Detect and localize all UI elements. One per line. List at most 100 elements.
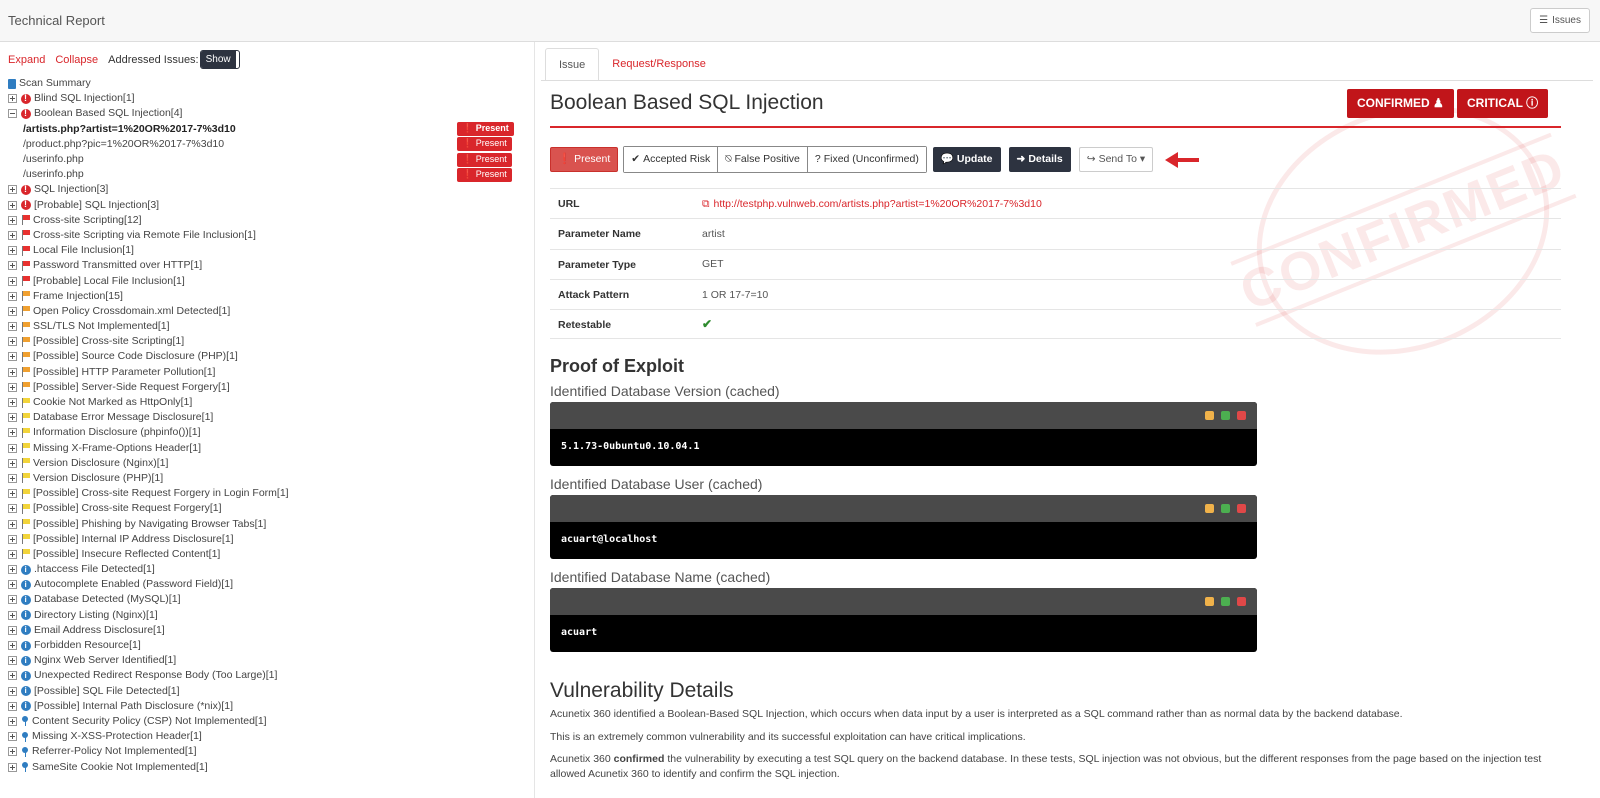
tree-item[interactable]: Referrer-Policy Not Implemented[1] xyxy=(8,744,528,759)
expand-icon[interactable] xyxy=(8,443,17,453)
fixed-unconfirmed-button[interactable]: ? Fixed (Unconfirmed) xyxy=(807,147,926,172)
expand-icon[interactable] xyxy=(8,230,17,240)
collapse-icon[interactable] xyxy=(8,109,17,119)
tree-item[interactable]: Frame Injection[15] xyxy=(8,289,528,304)
tree-item[interactable]: [Possible] Insecure Reflected Content[1] xyxy=(8,547,528,562)
expand-icon[interactable] xyxy=(8,747,17,757)
tree-item[interactable]: Version Disclosure (Nginx)[1] xyxy=(8,456,528,471)
expand-icon[interactable] xyxy=(8,291,17,301)
present-button[interactable]: ❗ Present xyxy=(550,147,619,172)
expand-icon[interactable] xyxy=(8,276,17,286)
tree-item[interactable]: [Probable] SQL Injection[3] xyxy=(8,197,528,213)
scan-summary[interactable]: Scan Summary xyxy=(8,76,528,91)
tree-item[interactable]: Forbidden Resource[1] xyxy=(8,638,528,653)
tree-child-item[interactable]: /artists.php?artist=1%20OR%2017-7%3d10 ❗ … xyxy=(8,122,528,137)
expand-icon[interactable] xyxy=(8,549,17,559)
tree-item[interactable]: [Possible] HTTP Parameter Pollution[1] xyxy=(8,365,528,380)
tree-item[interactable]: Cross-site Scripting via Remote File Inc… xyxy=(8,228,528,243)
expand-icon[interactable] xyxy=(8,565,17,575)
tree-item[interactable]: Email Address Disclosure[1] xyxy=(8,622,528,638)
tree-item[interactable]: Open Policy Crossdomain.xml Detected[1] xyxy=(8,304,528,319)
tree-child-item[interactable]: /userinfo.php ❗ Present xyxy=(8,152,528,167)
tree-item[interactable]: Unexpected Redirect Response Body (Too L… xyxy=(8,668,528,683)
tree-child-item[interactable]: /product.php?pic=1%20OR%2017-7%3d10 ❗ Pre… xyxy=(8,137,528,152)
expand-icon[interactable] xyxy=(8,413,17,423)
tree-item[interactable]: Missing X-Frame-Options Header[1] xyxy=(8,441,528,456)
expand-icon[interactable] xyxy=(8,398,17,408)
tree-item[interactable]: [Possible] Cross-site Request Forgery[1] xyxy=(8,501,528,516)
expand-icon[interactable] xyxy=(8,337,17,347)
false-positive-button[interactable]: ⍉ False Positive xyxy=(718,147,808,172)
tab-request-response[interactable]: Request/Response xyxy=(599,48,719,81)
tree-item[interactable]: Cookie Not Marked as HttpOnly[1] xyxy=(8,395,528,410)
expand-icon[interactable] xyxy=(8,367,17,377)
expand-icon[interactable] xyxy=(8,185,17,195)
tree-child-item[interactable]: /userinfo.php ❗ Present xyxy=(8,167,528,182)
expand-icon[interactable] xyxy=(8,246,17,256)
tree-item[interactable]: Directory Listing (Nginx)[1] xyxy=(8,607,528,623)
expand-icon[interactable] xyxy=(8,716,17,726)
expand-icon[interactable] xyxy=(8,534,17,544)
expand-icon[interactable] xyxy=(8,641,17,651)
tree-item[interactable]: [Probable] Local File Inclusion[1] xyxy=(8,273,528,288)
expand-icon[interactable] xyxy=(8,458,17,468)
accepted-risk-button[interactable]: ✔ Accepted Risk xyxy=(624,147,719,172)
tree-item[interactable]: Nginx Web Server Identified[1] xyxy=(8,653,528,668)
expand-icon[interactable] xyxy=(8,306,17,316)
expand-icon[interactable] xyxy=(8,428,17,438)
tree-item[interactable]: Local File Inclusion[1] xyxy=(8,243,528,258)
expand-icon[interactable] xyxy=(8,215,17,225)
tree-item[interactable]: [Possible] Source Code Disclosure (PHP)[… xyxy=(8,349,528,364)
send-to-dropdown[interactable]: ↪ Send To ▾ xyxy=(1078,147,1154,172)
tree-item[interactable]: Blind SQL Injection[1] xyxy=(8,91,528,106)
expand-icon[interactable] xyxy=(8,625,17,635)
expand-icon[interactable] xyxy=(8,504,17,514)
expand-icon[interactable] xyxy=(8,580,17,590)
show-toggle[interactable]: Show xyxy=(199,50,240,69)
expand-icon[interactable] xyxy=(8,732,17,742)
expand-icon[interactable] xyxy=(8,322,17,332)
expand-link[interactable]: Expand xyxy=(8,54,45,66)
expand-icon[interactable] xyxy=(8,261,17,271)
expand-icon[interactable] xyxy=(8,686,17,696)
tree-item[interactable]: Missing X-XSS-Protection Header[1] xyxy=(8,729,528,744)
tree-item[interactable]: [Possible] Internal IP Address Disclosur… xyxy=(8,532,528,547)
tree-item[interactable]: [Possible] SQL File Detected[1] xyxy=(8,683,528,699)
tree-item[interactable]: Information Disclosure (phpinfo())[1] xyxy=(8,425,528,440)
update-button[interactable]: 💬 Update xyxy=(932,147,1001,172)
expand-icon[interactable] xyxy=(8,656,17,666)
expand-icon[interactable] xyxy=(8,200,17,210)
tree-item[interactable]: SameSite Cookie Not Implemented[1] xyxy=(8,759,528,774)
tree-item[interactable]: Password Transmitted over HTTP[1] xyxy=(8,258,528,273)
tree-item[interactable]: Boolean Based SQL Injection[4] xyxy=(8,106,528,121)
tree-item[interactable]: Content Security Policy (CSP) Not Implem… xyxy=(8,714,528,729)
tab-issue[interactable]: Issue xyxy=(545,48,600,81)
expand-icon[interactable] xyxy=(8,671,17,681)
expand-icon[interactable] xyxy=(8,519,17,529)
details-button[interactable]: ➜ Details xyxy=(1008,147,1071,172)
tree-item[interactable]: SSL/TLS Not Implemented[1] xyxy=(8,319,528,334)
tree-item[interactable]: SQL Injection[3] xyxy=(8,182,528,197)
expand-icon[interactable] xyxy=(8,610,17,620)
tree-item[interactable]: [Possible] Phishing by Navigating Browse… xyxy=(8,516,528,531)
expand-icon[interactable] xyxy=(8,762,17,772)
expand-icon[interactable] xyxy=(8,595,17,605)
tree-item[interactable]: [Possible] Internal Path Disclosure (*ni… xyxy=(8,698,528,714)
issues-button[interactable]: ☰ Issues xyxy=(1530,8,1590,33)
expand-icon[interactable] xyxy=(8,489,17,499)
tree-item[interactable]: Database Detected (MySQL)[1] xyxy=(8,592,528,607)
tree-item[interactable]: .htaccess File Detected[1] xyxy=(8,562,528,577)
expand-icon[interactable] xyxy=(8,94,17,104)
tree-item[interactable]: Database Error Message Disclosure[1] xyxy=(8,410,528,425)
tree-item[interactable]: Cross-site Scripting[12] xyxy=(8,213,528,228)
url-link[interactable]: ⧉ http://testphp.vulnweb.com/artists.php?… xyxy=(702,189,1042,218)
collapse-link[interactable]: Collapse xyxy=(55,54,98,66)
tree-item[interactable]: [Possible] Server-Side Request Forgery[1… xyxy=(8,380,528,395)
tree-item[interactable]: Autocomplete Enabled (Password Field)[1] xyxy=(8,577,528,592)
tree-item[interactable]: Version Disclosure (PHP)[1] xyxy=(8,471,528,486)
tree-item[interactable]: [Possible] Cross-site Scripting[1] xyxy=(8,334,528,349)
expand-icon[interactable] xyxy=(8,701,17,711)
expand-icon[interactable] xyxy=(8,352,17,362)
tree-item[interactable]: [Possible] Cross-site Request Forgery in… xyxy=(8,486,528,501)
expand-icon[interactable] xyxy=(8,473,17,483)
